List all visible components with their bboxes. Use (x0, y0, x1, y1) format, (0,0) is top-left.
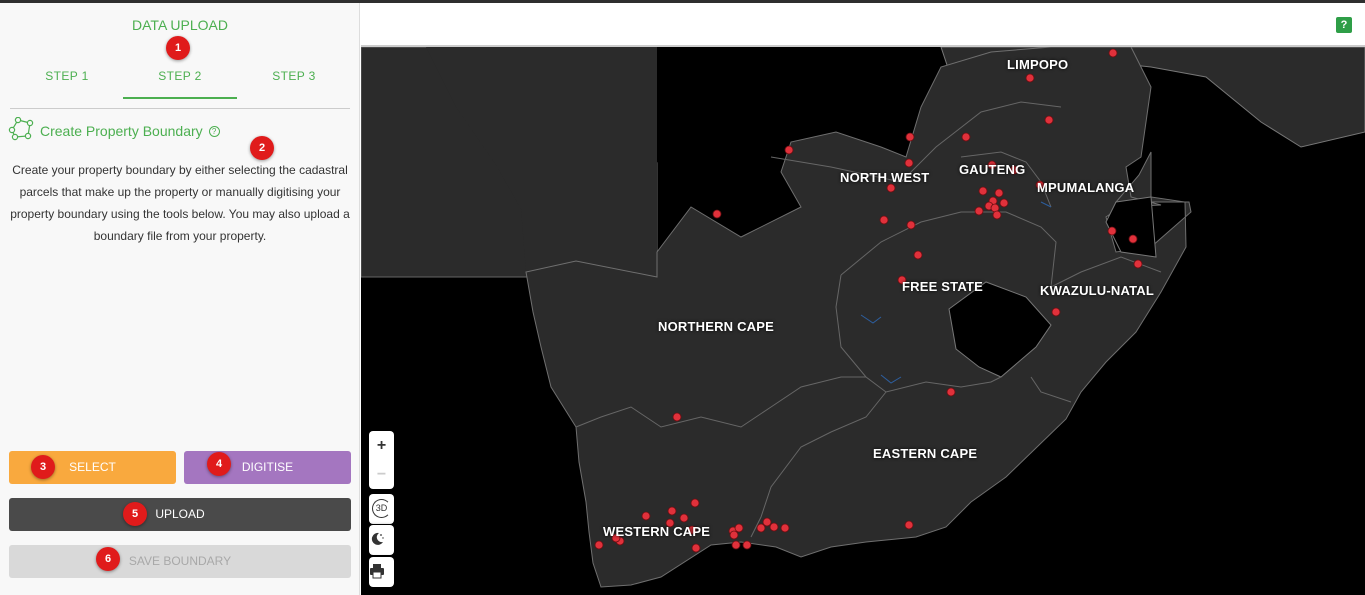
section-header: Create Property Boundary ? (8, 116, 220, 146)
print-button[interactable] (369, 557, 394, 586)
annotation-badge-3: 3 (31, 455, 55, 479)
annotation-badge-4: 4 (207, 452, 231, 476)
help-circle-icon[interactable]: ? (208, 125, 220, 137)
province-label-gauteng: GAUTENG (959, 162, 1026, 177)
tab-step-3[interactable]: STEP 3 (237, 63, 351, 99)
view-3d-control: 3D (369, 494, 394, 524)
help-button[interactable]: ? (1336, 17, 1352, 33)
night-mode-button[interactable] (369, 525, 394, 554)
province-label-free-state: FREE STATE (902, 279, 983, 294)
province-label-northern-cape: NORTHERN CAPE (658, 319, 774, 334)
annotation-badge-6: 6 (96, 547, 120, 571)
tab-step-1[interactable]: STEP 1 (10, 63, 124, 99)
moon-icon (371, 532, 384, 545)
zoom-control: + − (369, 431, 394, 489)
sidebar-title: DATA UPLOAD (132, 17, 228, 33)
province-label-mpumalanga: MPUMALANGA (1037, 180, 1135, 195)
annotation-badge-5: 5 (123, 502, 147, 526)
section-title: Create Property Boundary (40, 123, 203, 139)
night-mode-control (369, 525, 394, 555)
zoom-out-button[interactable]: − (369, 460, 394, 489)
annotation-badge-1: 1 (166, 36, 190, 60)
upload-button[interactable]: UPLOAD (9, 498, 351, 531)
province-label-north-west: NORTH WEST (840, 170, 930, 185)
province-label-eastern-cape: EASTERN CAPE (873, 446, 978, 461)
sidebar: DATA UPLOAD STEP 1 STEP 2 STEP 3 Create … (0, 3, 360, 595)
printer-icon (370, 564, 384, 579)
annotation-badge-2: 2 (250, 136, 274, 160)
province-label-limpopo: LIMPOPO (1007, 57, 1069, 72)
map-canvas (361, 47, 1365, 588)
section-description: Create your property boundary by either … (10, 163, 350, 243)
print-control (369, 557, 394, 587)
save-boundary-button[interactable]: SAVE BOUNDARY (9, 545, 351, 578)
province-label-kwazulu-natal: KWAZULU-NATAL (1040, 283, 1155, 298)
zoom-in-button[interactable]: + (369, 431, 394, 460)
tab-step-2[interactable]: STEP 2 (123, 63, 237, 99)
step-tabs: STEP 1 STEP 2 STEP 3 (10, 63, 350, 109)
polygon-icon (8, 116, 34, 146)
map-header: ? (361, 3, 1365, 47)
rotate-3d-icon: 3D (372, 499, 391, 518)
province-label-western-cape: WESTERN CAPE (603, 524, 711, 539)
map-view[interactable]: LIMPOPO NORTH WEST GAUTENG MPUMALANGA FR… (361, 47, 1365, 595)
view-3d-button[interactable]: 3D (369, 494, 394, 523)
